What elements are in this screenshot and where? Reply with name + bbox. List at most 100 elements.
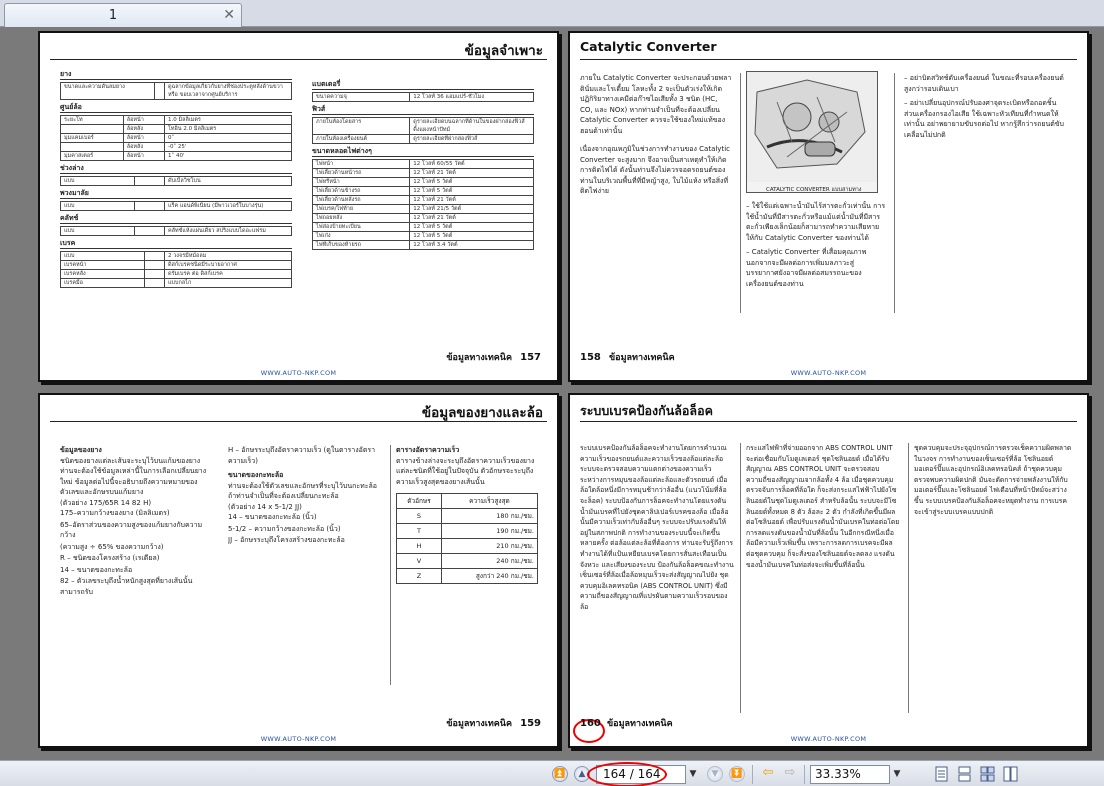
table-cell: แบบ bbox=[59, 226, 136, 236]
footer-label: ข้อมูลทางเทคนิค bbox=[446, 719, 512, 729]
table-cell: ไฟส่องป้ายทะเบียน bbox=[311, 222, 411, 232]
table-cell bbox=[144, 269, 165, 279]
table-cell: 12 โวลท์ 60/55 วัตต์ bbox=[409, 159, 534, 169]
next-page-icon[interactable]: ▼ bbox=[707, 766, 723, 782]
table-cell bbox=[60, 124, 124, 134]
section-heading: ตารางอัตราความเร็ว bbox=[396, 446, 460, 454]
table-cell: ไฟเลี้ยวด้านหน้ารถ bbox=[311, 168, 411, 178]
paragraph: กระแสไฟฟ้าที่จ่ายออกจาก ABS CONTROL UNIT… bbox=[746, 444, 900, 569]
table-row: มุมแคมเบอร์ ล้อหน้า 0˚ bbox=[60, 133, 293, 143]
text-column-3: – อย่าบิดสวิทช์ดับเครื่องยนต์ ในขณะที่รอ… bbox=[904, 73, 1064, 273]
table-cell: 12 โวลท์ 36 แอมแปร์-ชั่วโมง bbox=[409, 92, 534, 102]
toolbar-divider bbox=[752, 765, 753, 784]
table-cell: ดิสก์เบรคชนิดมีระบายอากาศ bbox=[163, 260, 293, 270]
table-cell: แบบกลไก bbox=[163, 278, 293, 288]
table-cell: ไฟเก๋ง bbox=[311, 231, 411, 241]
last-page-icon[interactable]: ⏬ bbox=[729, 766, 745, 782]
zoom-level-select[interactable]: 33.33% bbox=[810, 765, 890, 784]
chevron-down-icon[interactable]: ▼ bbox=[890, 765, 904, 784]
page-157: ข้อมูลจำเพาะ ยาง ขนาดและความดันลมยาง ดูฉลา… bbox=[38, 31, 559, 382]
text-column-1: ข้อมูลของยาง ชนิดของยางแต่ละเส้นจะระบุไว… bbox=[60, 445, 210, 695]
table-cell: 12 โวลท์ 5 วัตต์ bbox=[409, 231, 534, 241]
spec-section-heading: ขนาดหลอดไฟต่างๆ bbox=[312, 147, 534, 157]
bullet-item: – ใช้ใช้แต่เฉพาะน้ำมันไร้สารตะกั่วเท่านั… bbox=[746, 202, 886, 242]
page-number-input[interactable]: 164 / 164 bbox=[596, 765, 686, 784]
table-cell: ล้อหลัง bbox=[122, 142, 165, 152]
text-column-1: ระบบเบรคป้องกันล้อล็อคจะทำงานโดยการคำนวณ… bbox=[580, 443, 734, 713]
table-cell: 12 โวลท์ 5 วัตต์ bbox=[409, 186, 534, 196]
paragraph: ภายใน Catalytic Converter จะประกอบด้วยพล… bbox=[580, 74, 732, 135]
title-rule bbox=[580, 421, 1077, 422]
table-cell: 1.0 มิลลิเมตร bbox=[163, 115, 293, 125]
table-cell: สูงกว่า 240 กม./ชม. bbox=[440, 568, 538, 584]
table-cell: Z bbox=[396, 568, 442, 584]
table-row: ไฟที่เก็บของท้ายรถ 12 โวลท์ 3.4 วัตต์ bbox=[311, 240, 534, 250]
table-cell: เบรคมือ bbox=[60, 278, 145, 288]
table-cell: 210 กม./ชม. bbox=[440, 538, 538, 554]
document-tab[interactable]: 1 ✕ bbox=[4, 3, 242, 27]
spec-left-column: ยาง ขนาดและความดันลมยาง ดูฉลากข้อมูลเกี่ยว… bbox=[59, 67, 293, 288]
toolbar-divider bbox=[804, 765, 805, 784]
table-cell: 180 กม./ชม. bbox=[440, 508, 538, 524]
page-160: ระบบเบรคป้องกันล้อล็อค ระบบเบรคป้องกันล้… bbox=[568, 393, 1089, 748]
section-heading: ขนาดของกะทะล้อ bbox=[228, 471, 284, 479]
page-footer: 158 ข้อมูลทางเทคนิค bbox=[580, 350, 675, 364]
footer-label: ข้อมูลทางเทคนิค bbox=[607, 719, 673, 729]
table-row: ไฟส่องป้ายทะเบียน 12 โวลท์ 5 วัตต์ bbox=[311, 222, 534, 232]
table-cell: โทอิน 2.0 มิลลิเมตร bbox=[163, 124, 293, 134]
list-item: 65–อัตราส่วนของความสูงของแก้มยางกับความก… bbox=[60, 520, 203, 540]
section-heading: ข้อมูลของยาง bbox=[60, 446, 102, 454]
column-divider bbox=[740, 443, 741, 713]
table-row: แบบ คลัทช์แห้งแผ่นเดียว สปริงแบบไดอะแฟรม bbox=[59, 226, 293, 236]
two-page-view-icon[interactable] bbox=[1003, 766, 1018, 782]
spec-section-heading: พวงมาลัย bbox=[60, 189, 292, 199]
spec-table: ภายในห้องโดยสาร ดูรายละเอียดบนฉลากที่ด้าน… bbox=[311, 117, 534, 144]
facing-pages-view-icon[interactable] bbox=[980, 766, 995, 782]
chevron-down-icon[interactable]: ▼ bbox=[686, 765, 700, 784]
table-cell bbox=[144, 251, 165, 261]
first-page-icon[interactable]: ⏫ bbox=[552, 766, 568, 782]
close-icon[interactable]: ✕ bbox=[223, 7, 235, 23]
table-cell: ขนาดความจุ bbox=[311, 92, 411, 102]
table-cell: ล้อหน้า bbox=[122, 151, 165, 161]
table-row: ไฟหน้า 12 โวลท์ 60/55 วัตต์ bbox=[311, 159, 534, 169]
table-row: เบรคหลัง ดรัมเบรค ต่อ ดิสก์เบรค bbox=[60, 269, 293, 279]
text-column-2: H – อักษรระบุถึงอัตราความเร็ว (ดูในตาราง… bbox=[228, 445, 378, 695]
table-cell: S bbox=[396, 508, 442, 524]
forward-arrow-icon[interactable]: ⇨ bbox=[780, 766, 800, 781]
table-cell bbox=[154, 82, 165, 100]
table-cell: 12 โวลท์ 21 วัตต์ bbox=[409, 168, 534, 178]
spec-section-heading: เบรค bbox=[60, 239, 292, 249]
table-cell bbox=[144, 260, 165, 270]
engine-illustration-icon bbox=[747, 72, 877, 182]
back-arrow-icon[interactable]: ⇦ bbox=[758, 766, 778, 781]
table-cell: 0˚ bbox=[163, 133, 293, 143]
table-row: ไฟเก๋ง 12 โวลท์ 5 วัตต์ bbox=[311, 231, 534, 241]
table-cell: ไฟเบรค/ไฟท้าย bbox=[311, 204, 411, 214]
previous-page-icon[interactable]: ▲ bbox=[574, 766, 590, 782]
list-item: H – อักษรระบุถึงอัตราความเร็ว (ดูในตาราง… bbox=[228, 446, 376, 465]
table-cell: 12 โวลท์ 21 วัตต์ bbox=[409, 195, 534, 205]
list-item: 14 – ขนาดของกะทะล้อ (นิ้ว) bbox=[228, 513, 317, 521]
page-number: 159 bbox=[520, 718, 541, 729]
table-cell: 12 โวลท์ 5 วัตต์ bbox=[409, 222, 534, 232]
paragraph: ชนิดของยางแต่ละเส้นจะระบุไว้บนแก้มของยาง… bbox=[60, 456, 207, 497]
table-cell: แร็ค แอนด์พิเนียน (มีพาวเวอร์ในบางรุ่น) bbox=[163, 201, 293, 211]
page-number: 157 bbox=[520, 352, 541, 363]
text-column-2: กระแสไฟฟ้าที่จ่ายออกจาก ABS CONTROL UNIT… bbox=[746, 443, 900, 713]
table-cell: ไฟเลี้ยวด้านหลังรถ bbox=[311, 195, 411, 205]
title-rule bbox=[50, 421, 547, 422]
document-viewer[interactable]: ข้อมูลจำเพาะ ยาง ขนาดและความดันลมยาง ดูฉลา… bbox=[0, 27, 1104, 760]
spec-section-heading: ฟิวส์ bbox=[312, 105, 534, 115]
table-cell: V bbox=[396, 553, 442, 569]
website-url: WWW.AUTO-NKP.COM bbox=[790, 735, 867, 743]
table-cell: 12 โวลท์ 3.4 วัตต์ bbox=[409, 240, 534, 250]
table-cell: แบบ bbox=[59, 176, 136, 186]
page-number: 158 bbox=[580, 352, 601, 363]
figure-caption: CATALYTIC CONVERTER แบบสามทาง bbox=[766, 187, 862, 193]
example-line: (ตัวอย่าง 175/65R 14 82 H) bbox=[60, 498, 152, 507]
table-cell: 1˚ 40' bbox=[163, 151, 293, 161]
single-page-view-icon[interactable] bbox=[934, 766, 949, 782]
table-row: ภายในห้องโดยสาร ดูรายละเอียดบนฉลากที่ด้าน… bbox=[311, 117, 534, 135]
continuous-view-icon[interactable] bbox=[957, 766, 972, 782]
